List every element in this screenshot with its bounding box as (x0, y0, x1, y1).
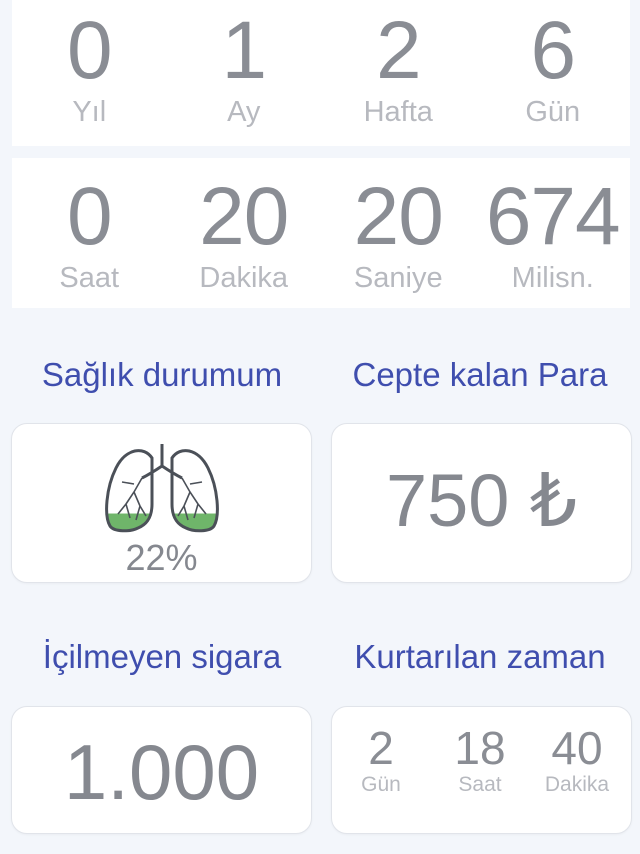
timer-panel-bottom: 0 Saat 20 Dakika 20 Saniye 674 Milisn. (12, 158, 630, 308)
saved-days: 2 Gün (341, 725, 421, 797)
timer-days-value: 6 (530, 5, 576, 96)
health-title: Sağlık durumum (41, 356, 283, 393)
saved-minutes-label: Dakika (544, 773, 610, 796)
saved-days-value: 2 (368, 722, 394, 774)
timer-milliseconds-value: 674 (485, 171, 621, 262)
saved-hours: 18 Saat (440, 725, 520, 797)
cigarettes-title: İçilmeyen sigara (42, 638, 282, 675)
timer-seconds-value: 20 (353, 171, 444, 262)
health-percent: 22% (125, 537, 198, 578)
money-card[interactable]: 750 ₺ (331, 423, 632, 583)
timer-minutes-value: 20 (199, 171, 289, 262)
money-value: 750 ₺ (385, 459, 578, 542)
timer-months-value: 1 (221, 5, 267, 96)
cigarettes-card[interactable]: 1.000 (11, 706, 312, 834)
timer-seconds-label: Saniye (353, 262, 443, 294)
timer-milliseconds: 674 Milisn. (476, 158, 631, 308)
timer-years-value: 0 (66, 5, 113, 96)
timer-hours-label: Saat (59, 262, 120, 294)
timer-days: 6 Gün (476, 0, 631, 146)
timer-weeks-value: 2 (375, 5, 422, 96)
timer-years: 0 Yıl (12, 0, 167, 146)
lungs-icon (105, 444, 219, 533)
timer-months: 1 Ay (167, 0, 322, 146)
timer-years-label: Yıl (72, 96, 107, 128)
saved-time-title: Kurtarılan zaman (354, 638, 606, 675)
saved-hours-label: Saat (458, 773, 502, 796)
timer-minutes: 20 Dakika (167, 158, 322, 308)
health-card[interactable]: 22% (11, 423, 312, 583)
timer-seconds: 20 Saniye (321, 158, 476, 308)
timer-milliseconds-label: Milisn. (511, 262, 594, 294)
timer-months-label: Ay (227, 96, 261, 128)
timer-days-label: Gün (525, 96, 581, 128)
timer-panel-top: 0 Yıl 1 Ay 2 Hafta 6 Gün (12, 0, 630, 146)
timer-hours-value: 0 (66, 171, 113, 262)
timer-minutes-label: Dakika (199, 262, 289, 294)
cigarettes-value: 1.000 (63, 728, 260, 816)
saved-days-label: Gün (361, 773, 401, 796)
saved-hours-value: 18 (454, 722, 506, 774)
timer-weeks: 2 Hafta (321, 0, 476, 146)
saved-minutes-value: 40 (551, 722, 603, 774)
timer-hours: 0 Saat (12, 158, 167, 308)
saved-time-card[interactable]: 2 Gün 18 Saat 40 Dakika (331, 706, 632, 834)
timer-weeks-label: Hafta (363, 96, 433, 128)
money-title: Cepte kalan Para (352, 356, 608, 393)
saved-minutes: 40 Dakika (537, 725, 617, 797)
